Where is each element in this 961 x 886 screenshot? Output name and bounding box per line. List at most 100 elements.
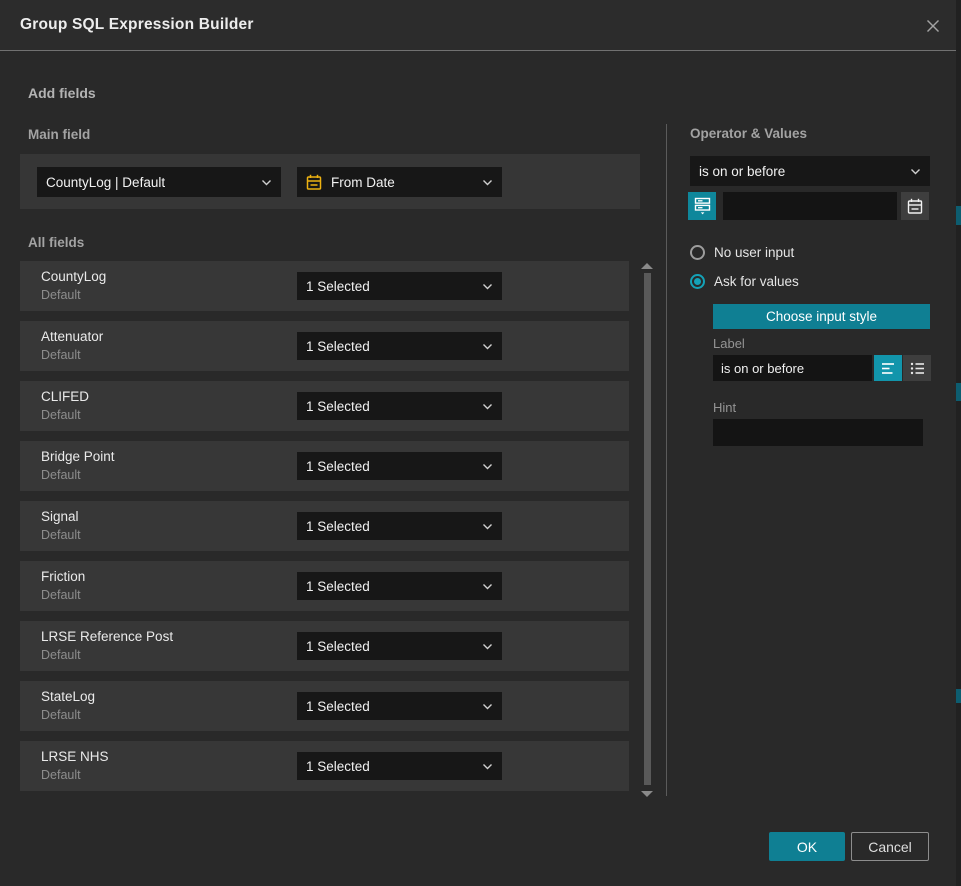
field-row: LRSE Reference Post Default 1 Selected: [20, 621, 629, 671]
layer-select[interactable]: CountyLog | Default: [37, 167, 281, 197]
field-selected-dropdown-label: 1 Selected: [306, 759, 370, 774]
field-selected-dropdown-label: 1 Selected: [306, 579, 370, 594]
field-subtitle: Default: [41, 468, 81, 482]
label-input[interactable]: [713, 355, 872, 381]
single-line-style-toggle[interactable]: [874, 355, 902, 381]
field-name: StateLog: [41, 689, 95, 704]
unique-values-icon: [694, 197, 711, 215]
field-name: Friction: [41, 569, 85, 584]
field-subtitle: Default: [41, 348, 81, 362]
field-subtitle: Default: [41, 708, 81, 722]
field-selected-dropdown-label: 1 Selected: [306, 279, 370, 294]
field-subtitle: Default: [41, 588, 81, 602]
chevron-down-icon: [482, 343, 493, 350]
field-row: LRSE NHS Default 1 Selected: [20, 741, 629, 791]
field-subtitle: Default: [41, 528, 81, 542]
cancel-button[interactable]: Cancel: [851, 832, 929, 861]
scrollbar-thumb[interactable]: [644, 273, 651, 785]
field-values-select[interactable]: 1 Selected: [297, 392, 502, 420]
field-selected-dropdown-label: 1 Selected: [306, 399, 370, 414]
chevron-down-icon: [482, 763, 493, 770]
field-name: Signal: [41, 509, 79, 524]
label-caption: Label: [713, 336, 745, 351]
main-field-panel: CountyLog | Default From Date: [20, 154, 640, 209]
choose-input-style-button[interactable]: Choose input style: [713, 304, 930, 329]
field-name: Bridge Point: [41, 449, 115, 464]
field-row: Signal Default 1 Selected: [20, 501, 629, 551]
field-selected-dropdown-label: 1 Selected: [306, 459, 370, 474]
hint-caption: Hint: [713, 400, 736, 415]
operator-values-heading: Operator & Values: [690, 126, 807, 141]
field-row: Bridge Point Default 1 Selected: [20, 441, 629, 491]
field-selected-dropdown-label: 1 Selected: [306, 639, 370, 654]
value-input[interactable]: [723, 192, 897, 220]
chevron-down-icon: [261, 179, 272, 186]
dialog-title: Group SQL Expression Builder: [20, 16, 254, 34]
field-name: LRSE Reference Post: [41, 629, 173, 644]
field-values-select[interactable]: 1 Selected: [297, 692, 502, 720]
field-name: Attenuator: [41, 329, 103, 344]
align-left-icon: [881, 362, 896, 375]
main-field-heading: Main field: [28, 127, 90, 142]
chevron-down-icon: [482, 583, 493, 590]
field-selected-dropdown-label: 1 Selected: [306, 519, 370, 534]
operator-select[interactable]: is on or before: [690, 156, 930, 186]
date-picker-button[interactable]: [901, 192, 929, 220]
field-selected-dropdown-label: 1 Selected: [306, 339, 370, 354]
field-row: CLIFED Default 1 Selected: [20, 381, 629, 431]
unique-values-button[interactable]: [688, 192, 716, 220]
field-values-select[interactable]: 1 Selected: [297, 512, 502, 540]
radio-ask-for-values-label: Ask for values: [714, 274, 799, 289]
all-fields-heading: All fields: [28, 235, 84, 250]
radio-no-user-input[interactable]: No user input: [690, 245, 794, 260]
chevron-down-icon: [482, 643, 493, 650]
field-name: CountyLog: [41, 269, 106, 284]
close-icon: [924, 17, 942, 35]
screen: Group SQL Expression Builder Add fields …: [0, 0, 961, 886]
hint-input[interactable]: [713, 419, 923, 446]
all-fields-list: CountyLog Default 1 Selected Attenuator …: [20, 261, 629, 791]
field-name: CLIFED: [41, 389, 89, 404]
field-values-select[interactable]: 1 Selected: [297, 272, 502, 300]
operator-select-value: is on or before: [699, 164, 785, 179]
field-values-select[interactable]: 1 Selected: [297, 332, 502, 360]
background-fragment: [956, 383, 961, 401]
chevron-down-icon: [482, 179, 493, 186]
field-row: Friction Default 1 Selected: [20, 561, 629, 611]
background-fragment: [956, 206, 961, 225]
field-values-select[interactable]: 1 Selected: [297, 632, 502, 660]
calendar-icon: [907, 198, 923, 215]
field-values-select[interactable]: 1 Selected: [297, 452, 502, 480]
main-field-select[interactable]: From Date: [297, 167, 502, 197]
background-app-edge: [956, 0, 961, 886]
field-values-select[interactable]: 1 Selected: [297, 752, 502, 780]
field-values-select[interactable]: 1 Selected: [297, 572, 502, 600]
panel-divider: [666, 124, 667, 796]
list-style-toggle[interactable]: [903, 355, 931, 381]
chevron-down-icon: [482, 703, 493, 710]
scrollbar-up-arrow[interactable]: [641, 263, 653, 269]
field-row: Attenuator Default 1 Selected: [20, 321, 629, 371]
chevron-down-icon: [482, 283, 493, 290]
date-field-icon: [306, 174, 322, 191]
field-subtitle: Default: [41, 288, 81, 302]
field-subtitle: Default: [41, 768, 81, 782]
chevron-down-icon: [482, 463, 493, 470]
scrollbar-down-arrow[interactable]: [641, 791, 653, 797]
main-field-select-value: From Date: [331, 175, 395, 190]
close-button[interactable]: [922, 15, 944, 37]
add-fields-heading: Add fields: [28, 85, 96, 101]
field-name: LRSE NHS: [41, 749, 109, 764]
ok-button[interactable]: OK: [769, 832, 845, 861]
layer-select-value: CountyLog | Default: [46, 175, 165, 190]
chevron-down-icon: [910, 168, 921, 175]
background-fragment: [956, 689, 961, 703]
radio-on-icon: [690, 274, 705, 289]
field-subtitle: Default: [41, 648, 81, 662]
group-sql-expression-builder-dialog: Group SQL Expression Builder Add fields …: [0, 0, 956, 886]
chevron-down-icon: [482, 523, 493, 530]
field-selected-dropdown-label: 1 Selected: [306, 699, 370, 714]
chevron-down-icon: [482, 403, 493, 410]
radio-ask-for-values[interactable]: Ask for values: [690, 274, 799, 289]
dialog-header: Group SQL Expression Builder: [0, 0, 956, 51]
